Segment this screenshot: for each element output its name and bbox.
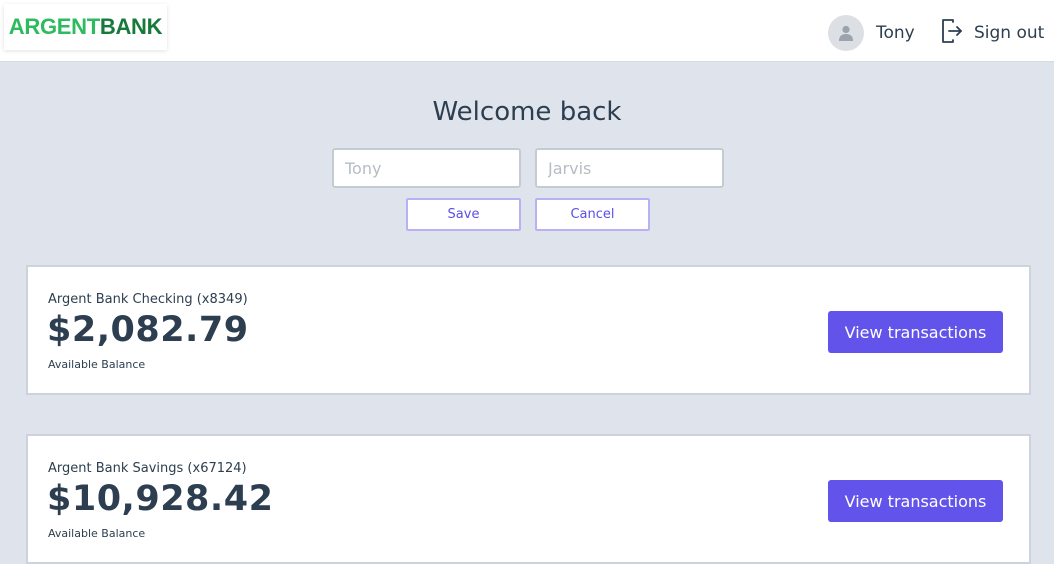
account-card-savings: Argent Bank Savings (x67124) $10,928.42 … — [26, 434, 1031, 564]
sign-out-label: Sign out — [974, 23, 1045, 43]
account-card-checking: Argent Bank Checking (x8349) $2,082.79 A… — [26, 265, 1031, 395]
argent-bank-logo[interactable]: ARGENT BANK — [4, 4, 167, 50]
account-amount: $2,082.79 — [47, 310, 249, 350]
cancel-button[interactable]: Cancel — [535, 198, 650, 231]
account-title: Argent Bank Savings (x67124) — [48, 461, 247, 476]
logo-text-argent: ARGENT — [8, 14, 100, 39]
logo-text-bank: BANK — [99, 14, 163, 39]
view-transactions-button[interactable]: View transactions — [828, 311, 1003, 353]
account-amount-description: Available Balance — [48, 527, 146, 540]
view-transactions-button[interactable]: View transactions — [828, 480, 1003, 522]
account-amount-description: Available Balance — [48, 358, 146, 371]
user-avatar-icon — [828, 15, 864, 51]
sign-out-icon — [940, 18, 964, 48]
user-profile-link[interactable]: Tony — [828, 15, 915, 51]
last-name-input[interactable] — [535, 148, 724, 188]
account-title: Argent Bank Checking (x8349) — [48, 292, 248, 307]
first-name-input[interactable] — [332, 148, 521, 188]
user-name: Tony — [876, 23, 915, 43]
sign-out-button[interactable]: Sign out — [940, 18, 1044, 48]
top-navbar: ARGENT BANK Tony Sign out — [0, 0, 1054, 62]
welcome-heading: Welcome back — [432, 97, 622, 127]
save-button[interactable]: Save — [406, 198, 521, 231]
account-amount: $10,928.42 — [47, 479, 274, 519]
